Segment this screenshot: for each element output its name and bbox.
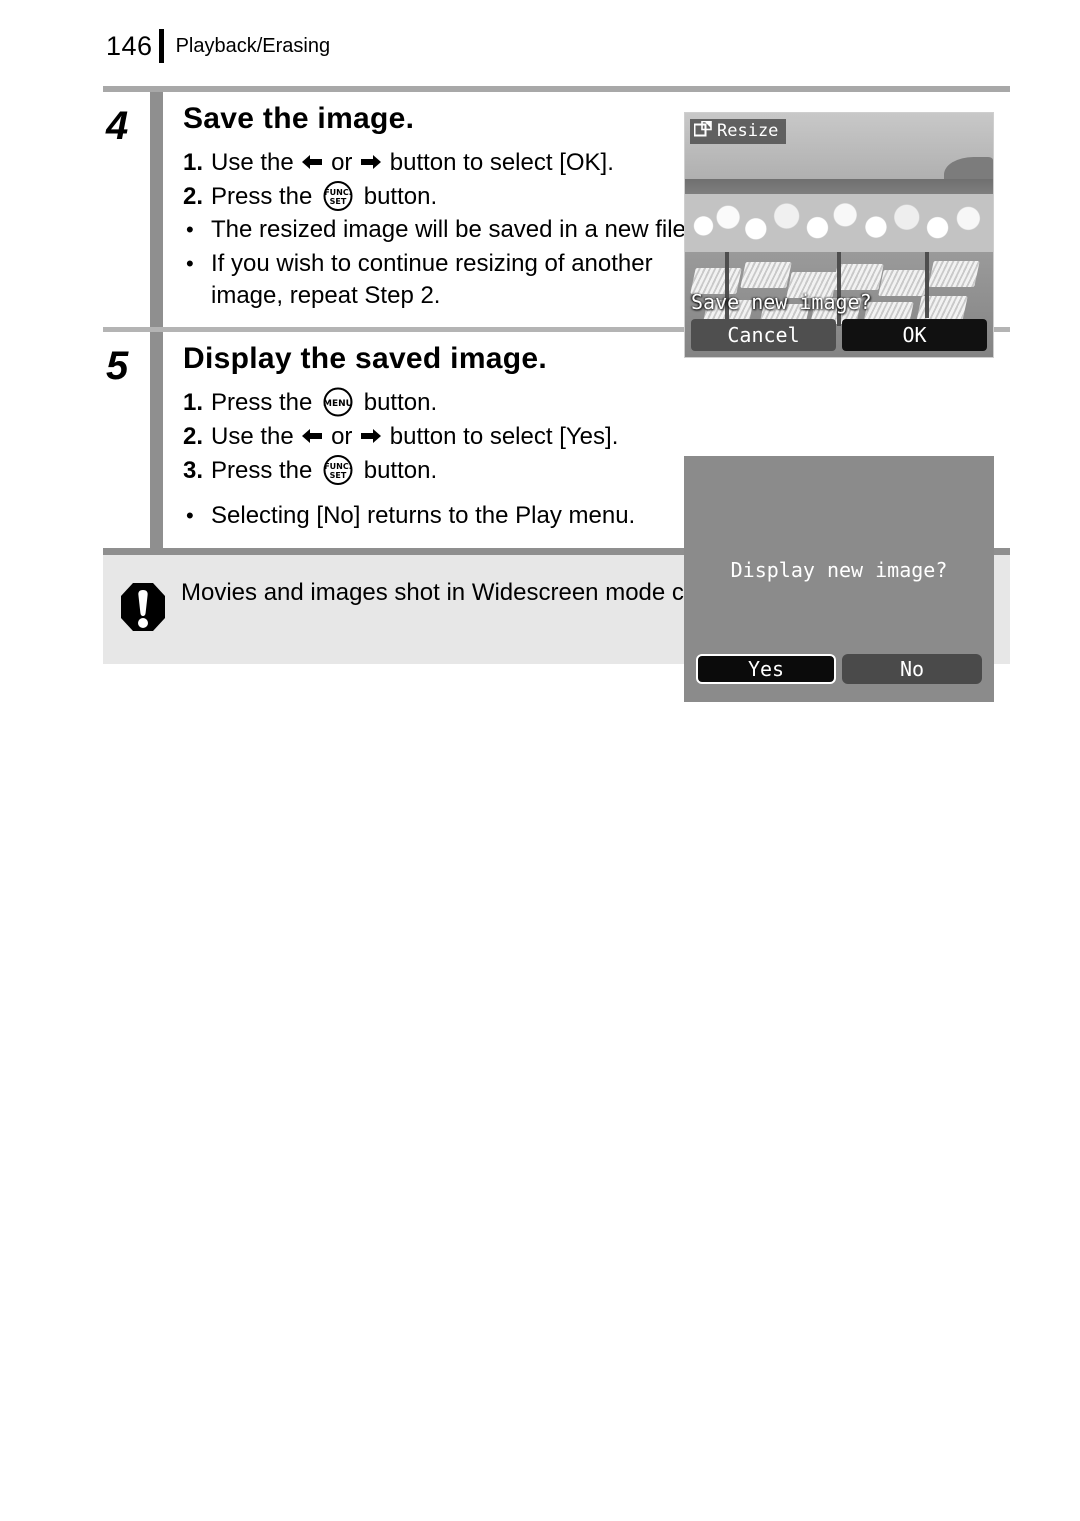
instruction-item: 2. Use the or button to select [Yes].: [183, 421, 1010, 453]
step-number: 4: [106, 104, 129, 148]
instruction-text: Use the or button to select [Yes].: [211, 421, 711, 453]
svg-text:SET: SET: [330, 471, 347, 480]
svg-text:SET: SET: [330, 197, 347, 206]
list-bullet: •: [186, 217, 194, 243]
list-bullet: •: [186, 503, 194, 529]
menu-button-icon: MENU: [319, 387, 357, 417]
instruction-text: Press the FUNC. SET button.: [211, 454, 711, 487]
camera-screen-resize-confirm: Resize Save new image? Cancel OK: [684, 112, 994, 358]
instruction-text: Selecting [No] returns to the Play menu.: [211, 502, 636, 530]
instruction-text-pre: Press the: [211, 389, 313, 417]
instruction-text: Press the MENU button.: [211, 387, 711, 419]
instruction-text-post: button.: [363, 182, 438, 210]
svg-text:FUNC.: FUNC.: [324, 188, 352, 197]
instruction-text-pre: Use the: [211, 423, 294, 451]
photo-umbrella-field: [685, 193, 993, 253]
list-marker: 1.: [183, 389, 204, 417]
func-set-button-icon: FUNC. SET: [319, 454, 357, 485]
photo-umbrella-texture: [685, 193, 993, 253]
list-marker: 3.: [183, 456, 204, 484]
display-prompt-button-row: Yes No: [696, 654, 982, 684]
instruction-text-mid: or: [331, 149, 353, 176]
step-number: 5: [106, 344, 129, 389]
instruction-text: Press the FUNC. SET button.: [211, 180, 711, 213]
instruction-text-pre: Use the: [211, 149, 294, 176]
instruction-text-pre: Press the: [211, 182, 313, 210]
instruction-text-post: button to select: [389, 149, 553, 176]
list-marker: 2.: [183, 182, 204, 210]
step-5-vertical-bar: [150, 332, 163, 549]
page-number: 146: [106, 30, 153, 61]
left-arrow-icon: [300, 152, 324, 172]
camera-screen-display-confirm: Display new image? Yes No: [684, 456, 994, 702]
instruction-text: Use the or button to select [OK].: [211, 147, 711, 179]
page-title: Playback/Erasing: [175, 35, 331, 57]
display-prompt-text: Display new image?: [730, 558, 948, 582]
instruction-text-post: button to select: [389, 423, 553, 451]
instruction-item: 1. Press the MENU button.: [183, 387, 1010, 419]
save-prompt-text: Save new image?: [691, 290, 872, 314]
resize-badge-label: Resize: [717, 120, 779, 141]
instruction-text-tail: [Yes].: [559, 423, 619, 451]
step-5-number-column: 5: [103, 332, 150, 548]
left-arrow-icon: [300, 426, 324, 446]
header-divider-rule: [158, 29, 164, 63]
instruction-text-pre: Press the: [211, 456, 313, 484]
resize-icon: [693, 120, 712, 141]
right-arrow-icon: [359, 426, 383, 446]
list-bullet: •: [186, 251, 194, 277]
save-prompt-button-row: Cancel OK: [691, 319, 987, 351]
instruction-text-tail: [OK].: [559, 149, 614, 176]
no-button[interactable]: No: [842, 654, 982, 684]
svg-text:MENU: MENU: [323, 399, 353, 409]
ok-button[interactable]: OK: [842, 319, 987, 351]
resize-mode-badge: Resize: [690, 119, 787, 144]
yes-button[interactable]: Yes: [696, 654, 836, 684]
instruction-text: If you wish to continue resizing of anot…: [211, 250, 653, 309]
step-4-number-column: 4: [103, 92, 150, 327]
page-header: 146 Playback/Erasing: [106, 28, 330, 64]
cancel-button[interactable]: Cancel: [691, 319, 836, 351]
warning-exclamation-icon: [119, 577, 169, 638]
instruction-text-post: button.: [363, 456, 438, 484]
right-arrow-icon: [359, 152, 383, 172]
instruction-text-mid: or: [331, 423, 353, 451]
list-marker: 2.: [183, 423, 204, 451]
svg-text:FUNC.: FUNC.: [324, 462, 352, 471]
instruction-text-post: button.: [363, 389, 438, 417]
list-marker: 1.: [183, 149, 204, 176]
func-set-button-icon: FUNC. SET: [319, 180, 357, 211]
photo-lounge-chairs: [685, 252, 993, 331]
instruction-text: The resized image will be saved in a new…: [211, 216, 693, 244]
step-4-vertical-bar: [150, 92, 163, 328]
